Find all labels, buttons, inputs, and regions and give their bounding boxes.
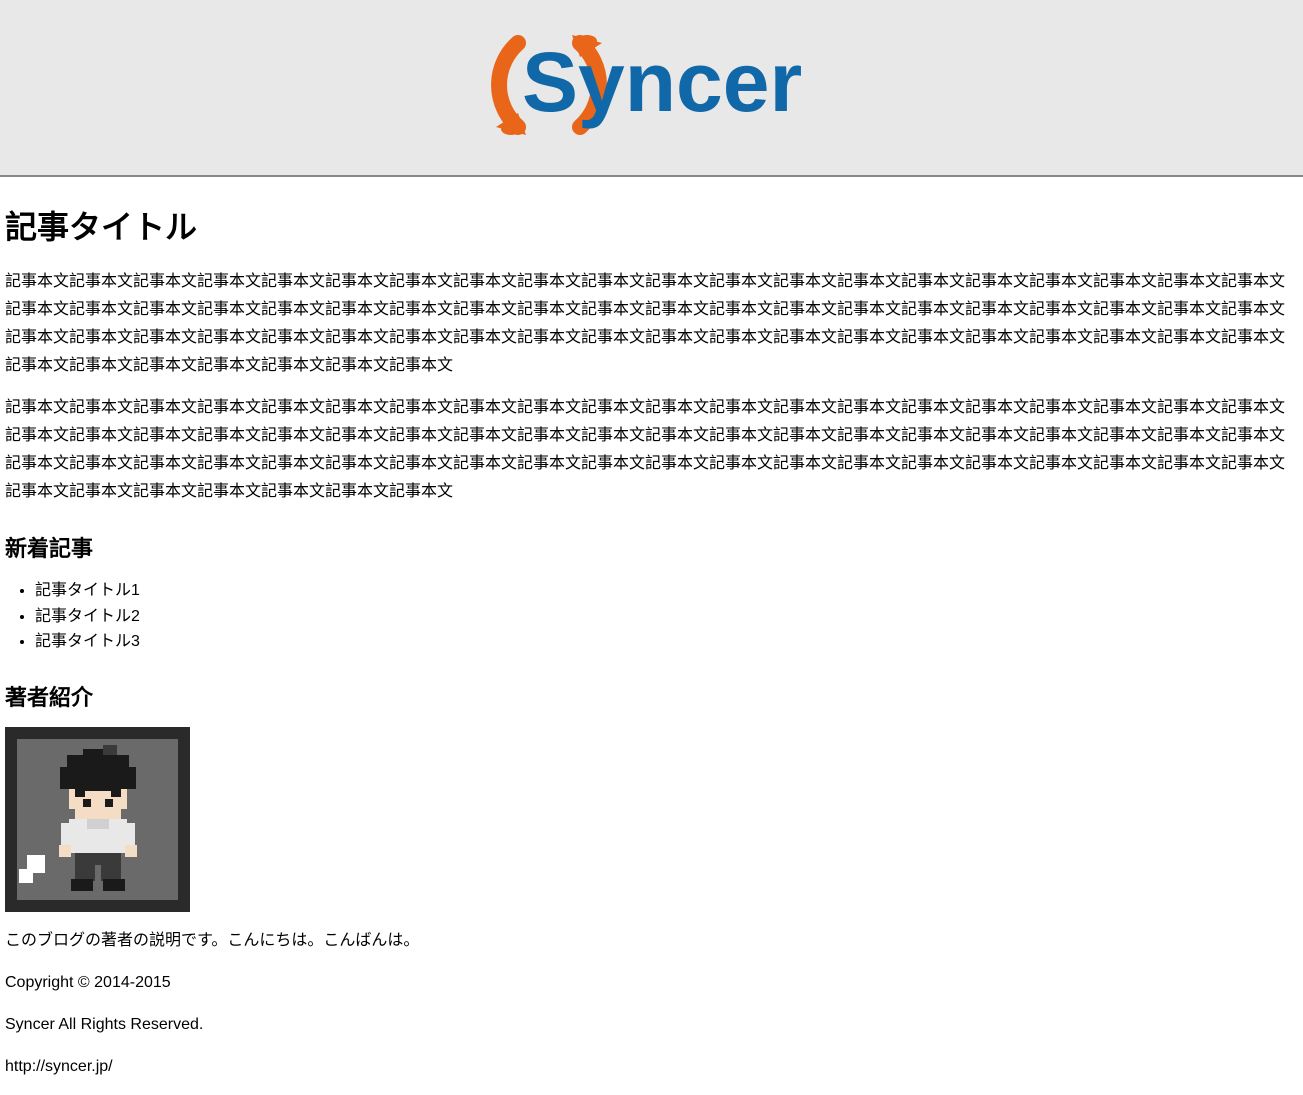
recent-item-title: 記事タイトル3 xyxy=(35,633,140,650)
recent-heading: 新着記事 xyxy=(5,531,1298,563)
site-footer: Copyright © 2014-2015 Syncer All Rights … xyxy=(5,969,1298,1081)
site-logo[interactable]: Syncer xyxy=(472,15,832,160)
footer-url[interactable]: http://syncer.jp/ xyxy=(5,1053,1298,1081)
author-heading: 著者紹介 xyxy=(5,680,1298,712)
article-body-paragraph: 記事本文記事本文記事本文記事本文記事本文記事本文記事本文記事本文記事本文記事本文… xyxy=(5,394,1298,506)
article-title: 記事タイトル xyxy=(5,202,1298,248)
recent-list-item[interactable]: 記事タイトル1 xyxy=(35,578,1298,604)
author-avatar xyxy=(5,727,190,912)
author-description: このブログの著者の説明です。こんにちは。こんばんは。 xyxy=(5,927,1298,955)
recent-item-title: 記事タイトル2 xyxy=(35,608,140,625)
footer-rights: Syncer All Rights Reserved. xyxy=(5,1011,1298,1039)
recent-list: 記事タイトル1 記事タイトル2 記事タイトル3 xyxy=(35,578,1298,655)
recent-item-title: 記事タイトル1 xyxy=(35,582,140,599)
svg-text:Syncer: Syncer xyxy=(522,35,802,129)
footer-copyright: Copyright © 2014-2015 xyxy=(5,969,1298,997)
pixel-avatar-icon xyxy=(5,727,190,912)
syncer-logo-icon: Syncer xyxy=(472,15,832,155)
site-header: Syncer xyxy=(0,0,1303,177)
main-content: 記事タイトル 記事本文記事本文記事本文記事本文記事本文記事本文記事本文記事本文記… xyxy=(0,202,1303,1081)
article-body-paragraph: 記事本文記事本文記事本文記事本文記事本文記事本文記事本文記事本文記事本文記事本文… xyxy=(5,268,1298,380)
recent-list-item[interactable]: 記事タイトル2 xyxy=(35,604,1298,630)
recent-list-item[interactable]: 記事タイトル3 xyxy=(35,629,1298,655)
